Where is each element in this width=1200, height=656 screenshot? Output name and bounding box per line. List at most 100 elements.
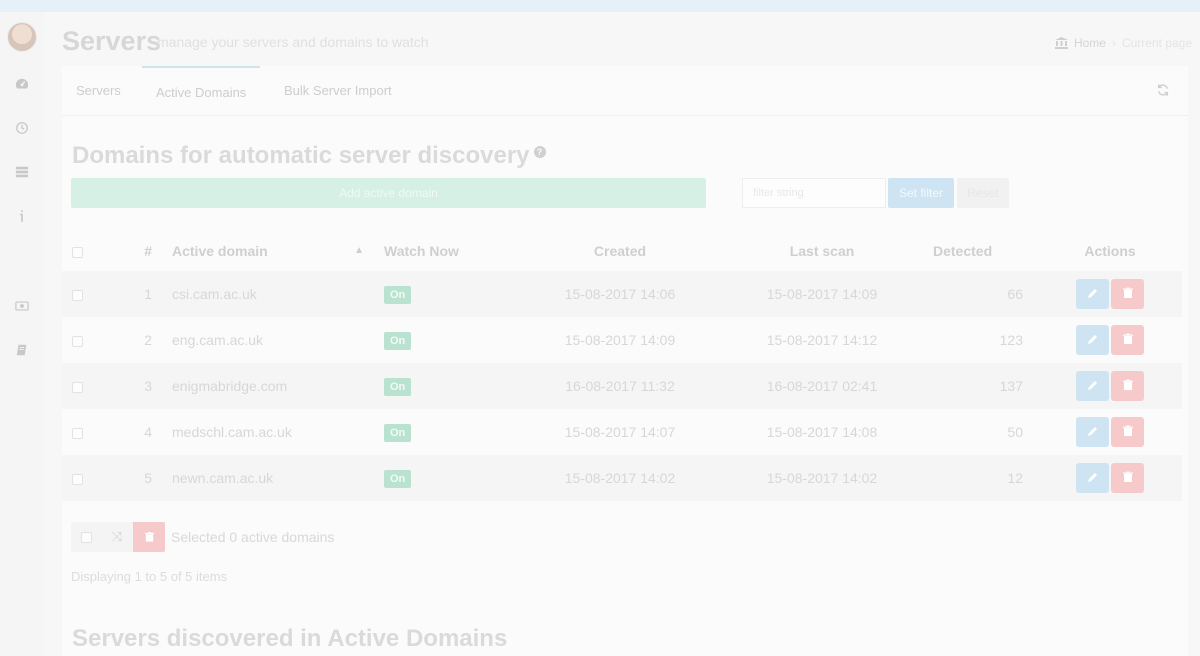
bulk-delete-button[interactable] [133,522,165,552]
delete-button[interactable] [1111,417,1144,447]
delete-button[interactable] [1111,371,1144,401]
row-checkbox[interactable] [72,381,83,393]
avatar[interactable] [7,22,37,52]
pencil-icon [1087,473,1097,482]
row-num: 4 [144,424,152,440]
table-row: 4 medschl.cam.ac.uk On 15-08-2017 14:07 … [62,409,1182,455]
shuffle-icon: ⤨ [111,529,123,544]
edit-button[interactable] [1076,279,1109,309]
row-created: 16-08-2017 11:32 [514,363,726,409]
main-panel: Servers Active Domains Bulk Server Impor… [62,66,1188,656]
sidebar-item-history[interactable] [0,106,44,150]
row-detected: 66 [918,271,1038,317]
edit-button[interactable] [1076,463,1109,493]
row-num: 2 [144,332,152,348]
row-domain: enigmabridge.com [162,363,374,409]
edit-button[interactable] [1076,371,1109,401]
row-domain: csi.cam.ac.uk [162,271,374,317]
breadcrumb-home[interactable]: Home [1074,36,1106,50]
tab-bar: Servers Active Domains Bulk Server Impor… [62,66,1188,116]
set-filter-button[interactable]: Set filter [888,178,954,208]
row-detected: 12 [918,455,1038,501]
header-created[interactable]: Created [514,231,726,271]
bulk-checkbox[interactable] [80,531,92,543]
row-num: 5 [112,455,162,501]
sidebar-item-dashboard[interactable] [0,62,44,106]
edit-button[interactable] [1076,417,1109,447]
docs-icon [16,344,27,356]
table-row: 2 eng.cam.ac.uk On 15-08-2017 14:09 15-0… [62,317,1182,363]
watch-on-badge[interactable]: On [384,469,412,488]
pencil-icon [1087,381,1097,390]
selected-count: Selected 0 active domains [171,529,335,545]
row-created: 15-08-2017 14:06 [514,271,726,317]
sidebar-item-billing[interactable] [0,284,44,328]
select-all-checkbox[interactable] [72,246,83,258]
header-last-scan[interactable]: Last scan [726,231,918,271]
breadcrumb: Home › Current page [1054,36,1192,50]
table-row: 1 csi.cam.ac.uk On 15-08-2017 14:06 15-0… [62,271,1182,317]
sidebar-item-servers[interactable] [0,150,44,194]
billing-icon [15,301,29,311]
pagination-info: Displaying 1 to 5 of 5 items [71,569,228,584]
add-active-domain-button[interactable]: Add active domain [71,178,706,208]
tab-bulk-server-import[interactable]: Bulk Server Import [270,66,406,116]
header-watch-now[interactable]: Watch Now [374,231,514,271]
refresh-icon[interactable] [1156,83,1170,97]
row-checkbox[interactable] [72,289,83,301]
row-detected: 50 [1007,424,1023,440]
row-last-scan: 15-08-2017 14:02 [726,455,918,501]
shuffle-button[interactable]: ⤨ [101,522,133,552]
header-detected[interactable]: Detected [918,231,1038,271]
trash-icon [1122,379,1133,390]
header-select-all[interactable] [62,231,112,271]
page-title: Servers [62,26,162,56]
domains-section-title: Domains for automatic server discovery? [72,142,546,170]
filter-input[interactable]: filter string [742,178,886,208]
pencil-icon [1087,427,1097,436]
row-created: 15-08-2017 14:02 [514,455,726,501]
row-domain: newn.cam.ac.uk [162,455,374,501]
breadcrumb-current: Current page [1121,36,1192,50]
tab-servers[interactable]: Servers [62,66,135,116]
row-num: 3 [112,363,162,409]
watch-on-badge[interactable]: On [384,377,412,396]
dashboard-icon [15,78,29,89]
row-created: 15-08-2017 14:07 [564,424,676,440]
servers-section-title: Servers discovered in Active Domains [72,625,508,652]
watch-on-badge[interactable]: On [384,423,412,442]
row-num: 1 [112,271,162,317]
delete-button[interactable] [1111,463,1144,493]
row-domain: eng.cam.ac.uk [172,332,264,348]
row-checkbox[interactable] [72,427,83,439]
bulk-select-toggle[interactable] [71,522,101,552]
row-last-scan: 16-08-2017 02:41 [726,363,918,409]
delete-button[interactable] [1111,279,1144,309]
sidebar-item-docs[interactable] [0,328,44,372]
trash-icon [1122,333,1133,344]
bulk-actions-bar: ⤨ Selected 0 active domains [71,522,334,552]
sidebar [0,12,44,656]
header-active-domain[interactable]: Active domain ▲ [162,231,374,271]
history-icon [16,122,28,134]
table-header-row: # Active domain ▲ Watch Now Created Last … [62,231,1182,271]
header-num: # [144,243,152,259]
tab-active-domains[interactable]: Active Domains [142,66,261,116]
header-active-domain-label: Active domain [172,243,268,259]
row-checkbox[interactable] [72,473,83,485]
help-icon[interactable]: ? [533,146,546,158]
row-created: 15-08-2017 14:09 [564,332,676,348]
sidebar-item-info[interactable] [0,194,44,238]
page-header: Servers manage your servers and domains … [62,22,1192,62]
trash-icon [1122,471,1133,482]
table-row: 5 newn.cam.ac.uk On 15-08-2017 14:02 15-… [62,455,1182,501]
sort-asc-icon[interactable]: ▲ [354,245,364,256]
servers-list-icon [15,166,29,178]
row-checkbox[interactable] [72,335,83,347]
watch-on-badge[interactable]: On [384,285,412,304]
row-last-scan: 15-08-2017 14:09 [726,271,918,317]
reset-button[interactable]: Reset [957,178,1009,208]
delete-button[interactable] [1111,325,1144,355]
edit-button[interactable] [1076,325,1109,355]
watch-on-badge[interactable]: On [384,331,412,350]
